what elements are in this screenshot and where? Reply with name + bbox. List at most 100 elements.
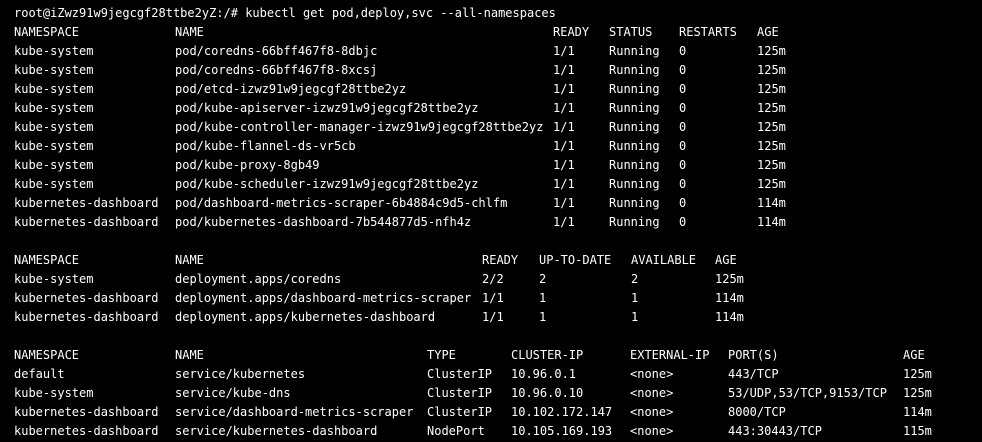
- table-cell: kubernetes-dashboard: [14, 310, 159, 324]
- table-cell: 1/1: [482, 291, 504, 305]
- table-cell: <none>: [630, 424, 674, 438]
- table-cell: 0: [679, 215, 687, 229]
- table-row: kubernetes-dashboard service/dashboard-me…: [0, 403, 982, 422]
- table-cell: pod/kube-flannel-ds-vr5cb: [175, 139, 356, 153]
- table-cell: 10.105.169.193: [511, 424, 613, 438]
- table-cell: 1: [631, 291, 639, 305]
- column-header: AGE: [903, 348, 925, 362]
- shell-prompt: root@iZwz91w9jegcgf28ttbe2yZ:/#: [14, 6, 238, 20]
- table-cell: kube-system: [14, 120, 94, 134]
- table-row: kubernetes-dashboard service/kubernetes-d…: [0, 422, 982, 441]
- table-cell: pod/kubernetes-dashboard-7b544877d5-nfh4…: [175, 215, 472, 229]
- table-cell: <none>: [630, 367, 674, 381]
- table-cell: 125m: [757, 177, 786, 191]
- table-cell: kubernetes-dashboard: [14, 196, 159, 210]
- table-cell: <none>: [630, 405, 674, 419]
- table-cell: pod/etcd-izwz91w9jegcgf28ttbe2yz: [175, 82, 407, 96]
- table-row: kube-system pod/etcd-izwz91w9jegcgf28ttbe…: [0, 80, 982, 99]
- table-cell: Running: [609, 196, 660, 210]
- table-cell: kube-system: [14, 44, 94, 58]
- table-row: kube-system deployment.apps/coredns 2/2 2 2 1…: [0, 270, 982, 289]
- column-header: TYPE: [427, 348, 456, 362]
- table-cell: 1/1: [553, 63, 575, 77]
- table-cell: service/kubernetes-dashboard: [175, 424, 378, 438]
- table-cell: Running: [609, 120, 660, 134]
- table-cell: 125m: [903, 367, 932, 381]
- table-row: kubernetes-dashboard pod/kubernetes-dashb…: [0, 213, 982, 232]
- table-row: kubernetes-dashboard deployment.apps/kube…: [0, 308, 982, 327]
- table-cell: 0: [679, 177, 687, 191]
- table-header: NAMESPACE NAME READY UP-TO-DATE AVAILABLE AGE: [0, 251, 982, 270]
- table-row: kubernetes-dashboard deployment.apps/dash…: [0, 289, 982, 308]
- terminal-window[interactable]: root@iZwz91w9jegcgf28ttbe2yZ:/# kubectl …: [0, 0, 982, 442]
- table-row: kube-system pod/coredns-66bff467f8-8dbjc 1…: [0, 42, 982, 61]
- table-cell: 1/1: [553, 177, 575, 191]
- table-cell: 125m: [757, 139, 786, 153]
- table-cell: 0: [679, 139, 687, 153]
- table-cell: 443/TCP: [728, 367, 779, 381]
- table-cell: 1/1: [553, 139, 575, 153]
- table-cell: Running: [609, 101, 660, 115]
- table-header: NAMESPACE NAME TYPE CLUSTER-IP EXTERNAL-IP PO…: [0, 346, 982, 365]
- table-cell: 8000/TCP: [728, 405, 786, 419]
- table-cell: 1: [631, 310, 639, 324]
- column-header: AVAILABLE: [631, 253, 697, 267]
- table-cell: 0: [679, 120, 687, 134]
- table-cell: Running: [609, 158, 660, 172]
- table-cell: kube-system: [14, 386, 94, 400]
- table-cell: pod/kube-proxy-8gb49: [175, 158, 320, 172]
- table-cell: 0: [679, 82, 687, 96]
- table-row: kube-system pod/coredns-66bff467f8-8xcsj 1…: [0, 61, 982, 80]
- table-cell: 114m: [757, 196, 786, 210]
- column-header: RESTARTS: [679, 25, 737, 39]
- table-cell: 2: [539, 272, 547, 286]
- table-cell: 1/1: [553, 215, 575, 229]
- table-cell: ClusterIP: [427, 386, 493, 400]
- table-cell: Running: [609, 215, 660, 229]
- table-cell: pod/dashboard-metrics-scraper-6b4884c9d5…: [175, 196, 508, 210]
- table-cell: kube-system: [14, 139, 94, 153]
- column-header: NAMESPACE: [14, 25, 80, 39]
- table-cell: kubernetes-dashboard: [14, 405, 159, 419]
- table-cell: 1/1: [553, 120, 575, 134]
- table-cell: 10.96.0.1: [511, 367, 577, 381]
- table-row: kubernetes-dashboard pod/dashboard-metric…: [0, 194, 982, 213]
- column-header: UP-TO-DATE: [539, 253, 612, 267]
- table-cell: pod/kube-scheduler-izwz91w9jegcgf28ttbe2…: [175, 177, 479, 191]
- table-cell: 0: [679, 101, 687, 115]
- column-header: NAMESPACE: [14, 348, 80, 362]
- table-cell: 1/1: [553, 158, 575, 172]
- table-cell: 0: [679, 44, 687, 58]
- column-header: CLUSTER-IP: [511, 348, 584, 362]
- column-header: EXTERNAL-IP: [630, 348, 710, 362]
- table-cell: 125m: [757, 63, 786, 77]
- table-cell: kube-system: [14, 63, 94, 77]
- table-cell: 125m: [757, 158, 786, 172]
- column-header: AGE: [715, 253, 737, 267]
- table-cell: 2/2: [482, 272, 504, 286]
- table-cell: 1/1: [553, 82, 575, 96]
- table-cell: 114m: [715, 310, 744, 324]
- table-cell: deployment.apps/coredns: [175, 272, 342, 286]
- table-cell: service/kubernetes: [175, 367, 306, 381]
- column-header: NAMESPACE: [14, 253, 80, 267]
- table-header: NAMESPACE NAME READY STATUS RESTARTS AGE: [0, 23, 982, 42]
- table-cell: 125m: [757, 44, 786, 58]
- column-header: PORT(S): [728, 348, 779, 362]
- table-cell: Running: [609, 63, 660, 77]
- table-cell: 1/1: [553, 101, 575, 115]
- table-cell: default: [14, 367, 65, 381]
- table-cell: service/kube-dns: [175, 386, 291, 400]
- table-cell: kube-system: [14, 158, 94, 172]
- table-cell: Running: [609, 177, 660, 191]
- table-cell: service/dashboard-metrics-scraper: [175, 405, 414, 419]
- table-cell: 53/UDP,53/TCP,9153/TCP: [728, 386, 887, 400]
- table-cell: 2: [631, 272, 639, 286]
- table-cell: 114m: [715, 291, 744, 305]
- table-cell: 1/1: [553, 44, 575, 58]
- table-cell: 125m: [903, 386, 932, 400]
- table-cell: <none>: [630, 386, 674, 400]
- table-cell: 0: [679, 158, 687, 172]
- table-cell: pod/coredns-66bff467f8-8xcsj: [175, 63, 378, 77]
- table-cell: kube-system: [14, 82, 94, 96]
